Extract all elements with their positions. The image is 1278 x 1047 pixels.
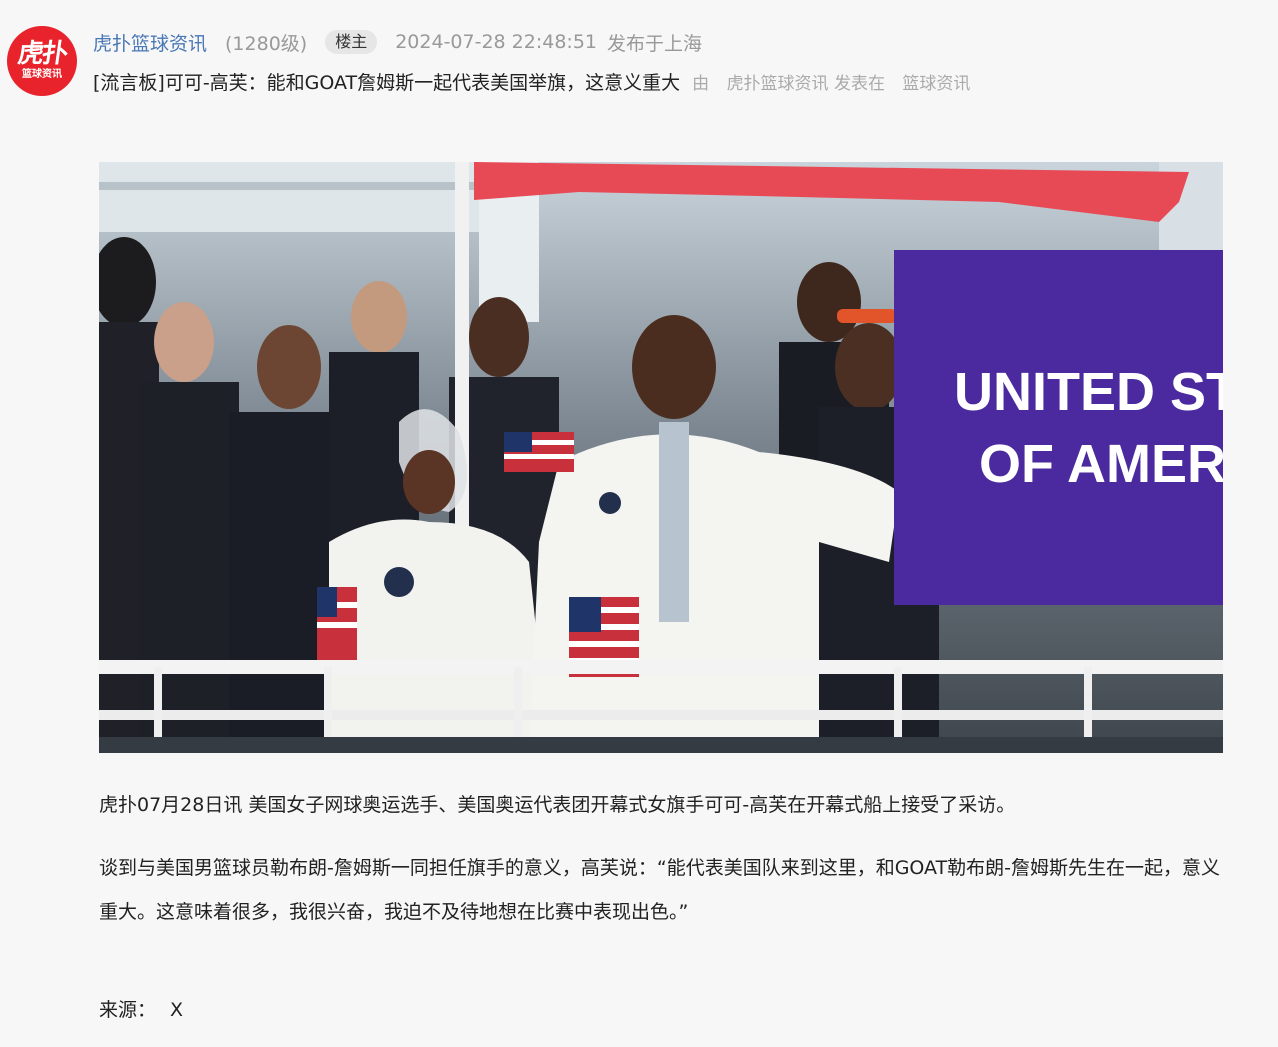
- source-label: 来源：: [99, 999, 157, 1021]
- author-level: (1280级): [225, 32, 308, 55]
- article-paragraph-2: 谈到与美国男篮球员勒布朗-詹姆斯一同担任旗手的意义，高芙说：“能代表美国队来到这…: [99, 857, 1221, 923]
- avatar-logo-subtext: 篮球资讯: [22, 69, 62, 80]
- byline-board-link[interactable]: 篮球资讯: [902, 74, 970, 94]
- source-value: X: [170, 999, 184, 1021]
- post-meta: 虎扑篮球资讯 (1280级) 楼主 2024-07-28 22:48:51 发布…: [93, 27, 702, 57]
- post-title: [流言板]可可-高芙：能和GOAT詹姆斯一起代表美国举旗，这意义重大: [93, 71, 681, 94]
- source-line: 来源： X: [99, 988, 183, 1032]
- article-paragraph-1: 虎扑07月28日讯 美国女子网球奥运选手、美国奥运代表团开幕式女旗手可可-高芙在…: [99, 794, 1016, 816]
- banner-line-2: OF AMERI: [979, 434, 1223, 494]
- author-username-link[interactable]: 虎扑篮球资讯: [93, 29, 207, 56]
- title-row: [流言板]可可-高芙：能和GOAT詹姆斯一起代表美国举旗，这意义重大 由 虎扑篮…: [93, 66, 970, 96]
- op-badge: 楼主: [325, 30, 378, 54]
- post-location: 发布于上海: [607, 32, 703, 55]
- photo-illustration: UNITED STA OF AMERI: [99, 162, 1223, 753]
- post-container: 虎扑 篮球资讯 虎扑篮球资讯 (1280级) 楼主 2024-07-28 22:…: [0, 0, 1278, 1047]
- banner-line-1: UNITED STA: [954, 362, 1223, 422]
- byline-posted-in: 发表在: [833, 73, 885, 94]
- byline: 由 虎扑篮球资讯 发表在 篮球资讯: [692, 69, 970, 94]
- avatar[interactable]: 虎扑 篮球资讯: [7, 26, 77, 96]
- country-banner: UNITED STA OF AMERI: [894, 250, 1223, 605]
- byline-prefix: 由: [692, 73, 710, 94]
- post-datetime: 2024-07-28 22:48:51: [395, 31, 598, 53]
- byline-author-link[interactable]: 虎扑篮球资讯: [727, 74, 829, 94]
- post-photo[interactable]: UNITED STA OF AMERI: [99, 162, 1223, 753]
- avatar-logo-text: 虎扑: [15, 39, 69, 69]
